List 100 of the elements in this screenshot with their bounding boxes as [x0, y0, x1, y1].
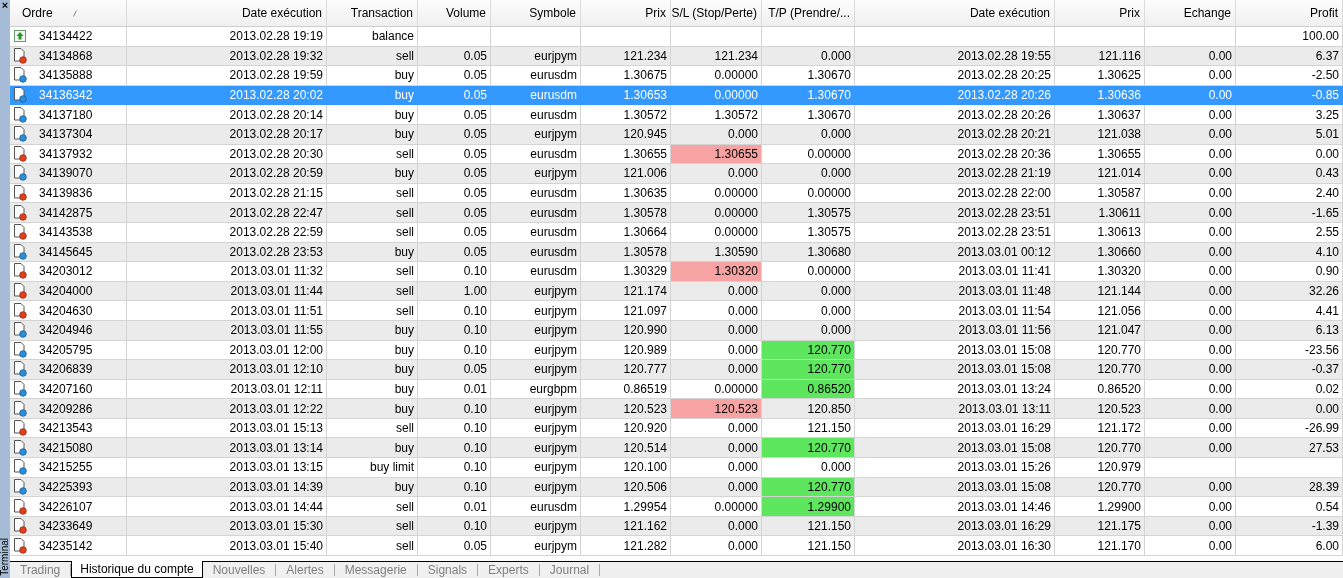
- table-row[interactable]: 34206839 2013.03.01 12:10 buy 0.05 eurjpym 120.777 0.000 120.770 2013.03.01 15:08 120.770 0.00 -0.37: [10, 360, 1343, 380]
- column-header[interactable]: Date exécution: [855, 0, 1055, 26]
- table-cell: 28.39: [1308, 479, 1339, 494]
- table-cell: 0.00: [1208, 225, 1232, 240]
- table-cell: 0.000: [727, 166, 758, 181]
- table-cell: 34136342: [39, 88, 93, 103]
- table-row[interactable]: 34226107 2013.03.01 14:44 sell 0.01 eurusdm 1.29954 0.00000 1.29900 2013.03.01 14:46 1.29900 0.00 0.54: [10, 497, 1343, 517]
- table-cell: 0.000: [727, 440, 758, 455]
- table-cell: eurjpym: [534, 460, 577, 475]
- table-cell: 34137180: [39, 107, 93, 122]
- table-cell: buy limit: [370, 460, 414, 475]
- table-row[interactable]: 34134422 2013.02.28 19:19 balance 100.00: [10, 27, 1343, 47]
- table-cell: eurjpym: [534, 48, 577, 63]
- table-cell: 0.05: [463, 48, 487, 63]
- table-cell: 1.30578: [623, 205, 667, 220]
- table-cell: 0.10: [463, 303, 487, 318]
- column-header[interactable]: Prix: [581, 0, 671, 26]
- tab[interactable]: Alertes: [276, 564, 335, 576]
- table-cell: 1.30670: [807, 68, 851, 83]
- column-header[interactable]: Prix: [1055, 0, 1145, 26]
- table-cell: 34137304: [39, 127, 93, 142]
- table-row[interactable]: 34135888 2013.02.28 19:59 buy 0.05 eurusdm 1.30675 0.00000 1.30670 2013.02.28 20:25 1.30625 0.00 -2.50: [10, 66, 1343, 86]
- table-row[interactable]: 34134868 2013.02.28 19:32 sell 0.05 eurjpym 121.234 121.234 0.000 2013.02.28 19:55 121.116 0.00 6.37: [10, 46, 1343, 67]
- table-row[interactable]: 34143538 2013.02.28 22:59 sell 0.05 eurusdm 1.30664 0.00000 1.30575 2013.02.28 23:51 1.30613 0.00 2.55: [10, 222, 1343, 243]
- tab[interactable]: Journal: [539, 564, 601, 576]
- table-cell: 120.770: [807, 479, 851, 494]
- tab[interactable]: Experts: [478, 564, 540, 576]
- table-cell: buy: [394, 68, 414, 83]
- table-row[interactable]: 34215255 2013.03.01 13:15 buy limit 0.10 eurjpym 120.100 0.000 0.000 2013.03.01 15:26 120.979: [10, 458, 1343, 478]
- column-header[interactable]: Symbole: [491, 0, 581, 26]
- table-row[interactable]: 34139070 2013.02.28 20:59 buy 0.05 eurjpym 121.006 0.000 0.000 2013.02.28 21:19 121.014 0.00 0.43: [10, 164, 1343, 184]
- table-cell: 1.30575: [807, 225, 851, 240]
- table-cell: eurjpym: [534, 323, 577, 338]
- column-header[interactable]: Echange: [1145, 0, 1236, 26]
- column-header[interactable]: Date exécution: [127, 0, 327, 26]
- table-cell: 0.05: [463, 127, 487, 142]
- table-cell: 120.989: [623, 342, 667, 357]
- table-row[interactable]: 34204946 2013.03.01 11:55 buy 0.10 eurjpym 120.990 0.000 0.000 2013.03.01 11:56 121.047 0.00 6.13: [10, 320, 1343, 341]
- column-header[interactable]: S/L (Stop/Perte): [671, 0, 762, 26]
- table-row[interactable]: 34204630 2013.03.01 11:51 sell 0.10 eurjpym 121.097 0.000 0.000 2013.03.01 11:54 121.056 0.00 4.41: [10, 301, 1343, 321]
- table-cell: 0.00: [1208, 421, 1232, 436]
- tab[interactable]: Messagerie: [334, 564, 418, 576]
- table-cell: 120.523: [1097, 401, 1141, 416]
- table-cell: 34143538: [39, 225, 93, 240]
- table-cell: 34204000: [39, 284, 93, 298]
- tab[interactable]: Signals: [417, 564, 479, 576]
- column-header[interactable]: Transaction: [327, 0, 418, 26]
- table-cell: 1.30670: [807, 88, 851, 103]
- table-row[interactable]: 34137180 2013.02.28 20:14 buy 0.05 eurusdm 1.30572 1.30572 1.30670 2013.02.28 20:26 1.30637 0.00 3.25: [10, 105, 1343, 125]
- table-cell: 0.01: [463, 382, 487, 396]
- table-cell: 34142875: [39, 205, 93, 220]
- table-cell: 1.30653: [623, 88, 667, 103]
- column-header[interactable]: Ordre: [10, 0, 127, 26]
- table-cell: 0.000: [727, 127, 758, 142]
- table-cell: 1.30675: [623, 68, 667, 83]
- table-cell: 2013.03.01 13:11: [958, 401, 1051, 416]
- table-row[interactable]: 34203012 2013.03.01 11:32 sell 0.10 eurusdm 1.30329 1.30320 0.00000 2013.03.01 11:41 1.30320 0.00 0.90: [10, 262, 1343, 282]
- table-cell: 2013.03.01 15:13: [229, 421, 323, 436]
- table-cell: 34207160: [39, 382, 93, 396]
- table-cell: 121.150: [807, 421, 851, 436]
- table-cell: 121.014: [1097, 166, 1141, 181]
- table-cell: 0.00: [1208, 519, 1232, 534]
- table-cell: 120.514: [623, 440, 667, 455]
- table-cell: 1.30572: [714, 107, 758, 122]
- table-row[interactable]: 34235142 2013.03.01 15:40 sell 0.05 eurjpym 121.282 0.000 121.150 2013.03.01 16:30 121.170 0.00 6.00: [10, 536, 1343, 557]
- table-cell: 2013.03.01 14:46: [957, 499, 1051, 514]
- column-header[interactable]: Volume: [418, 0, 491, 26]
- table-row[interactable]: 34142875 2013.02.28 22:47 sell 0.05 eurusdm 1.30578 0.00000 1.30575 2013.02.28 23:51 1.30611 0.00 -1.65: [10, 203, 1343, 223]
- table-row[interactable]: 34209286 2013.03.01 12:22 buy 0.10 eurjpym 120.523 120.523 120.850 2013.03.01 13:11 120.523 0.00 0.00: [10, 399, 1343, 419]
- table-cell: eurusdm: [530, 499, 577, 514]
- table-cell: 34226107: [39, 499, 93, 514]
- table-row[interactable]: 34145645 2013.02.28 23:53 buy 0.05 eurusdm 1.30578 1.30590 1.30680 2013.03.01 00:12 1.30660 0.00 4.10: [10, 242, 1343, 263]
- close-button[interactable]: ×: [0, 0, 10, 10]
- table-cell: 121.150: [807, 538, 851, 553]
- tab[interactable]: Historique du compte: [71, 561, 203, 578]
- document-icon: [13, 67, 27, 84]
- document-icon: [13, 400, 27, 417]
- table-cell: 2013.03.01 15:08: [957, 440, 1051, 455]
- table-cell: eurusdm: [530, 225, 577, 240]
- table-cell: 2013.02.28 20:25: [957, 68, 1051, 83]
- table-row[interactable]: 34137304 2013.02.28 20:17 buy 0.05 eurjpym 120.945 0.000 0.000 2013.02.28 20:21 121.038 0.00 5.01: [10, 124, 1343, 145]
- table-cell: 34209286: [39, 401, 93, 416]
- table-row[interactable]: 34225393 2013.03.01 14:39 buy 0.10 eurjpym 120.506 0.000 120.770 2013.03.01 15:08 120.770 0.00 28.39: [10, 477, 1343, 498]
- table-cell: 0.00: [1208, 284, 1232, 298]
- table-cell: 2013.03.01 13:24: [957, 382, 1051, 396]
- table-cell: 1.30575: [807, 205, 851, 220]
- column-header[interactable]: Profit: [1236, 0, 1343, 26]
- tab[interactable]: Nouvelles: [202, 564, 277, 576]
- table-row[interactable]: 34204000 2013.03.01 11:44 sell 1.00 eurjpym 121.174 0.000 0.000 2013.03.01 11:48 121.144 0.00 32.26: [10, 281, 1343, 302]
- table-cell: sell: [396, 499, 414, 514]
- table-cell: sell: [396, 303, 414, 318]
- table-row[interactable]: 34233649 2013.03.01 15:30 sell 0.10 eurjpym 121.162 0.000 121.150 2013.03.01 16:29 121.175 0.00 -1.39: [10, 516, 1343, 537]
- table-cell: 1.30635: [623, 186, 667, 201]
- table-row[interactable]: 34215080 2013.03.01 13:14 buy 0.10 eurjpym 120.514 0.000 120.770 2013.03.01 15:08 120.770 0.00 27.53: [10, 438, 1343, 459]
- table-cell: 0.000: [727, 342, 758, 357]
- table-cell: 34215080: [39, 440, 93, 455]
- table-cell: -26.99: [1304, 421, 1339, 436]
- column-header[interactable]: T/P (Prendre/...: [762, 0, 855, 26]
- table-cell: sell: [396, 264, 414, 279]
- table-cell: 34205795: [39, 342, 93, 357]
